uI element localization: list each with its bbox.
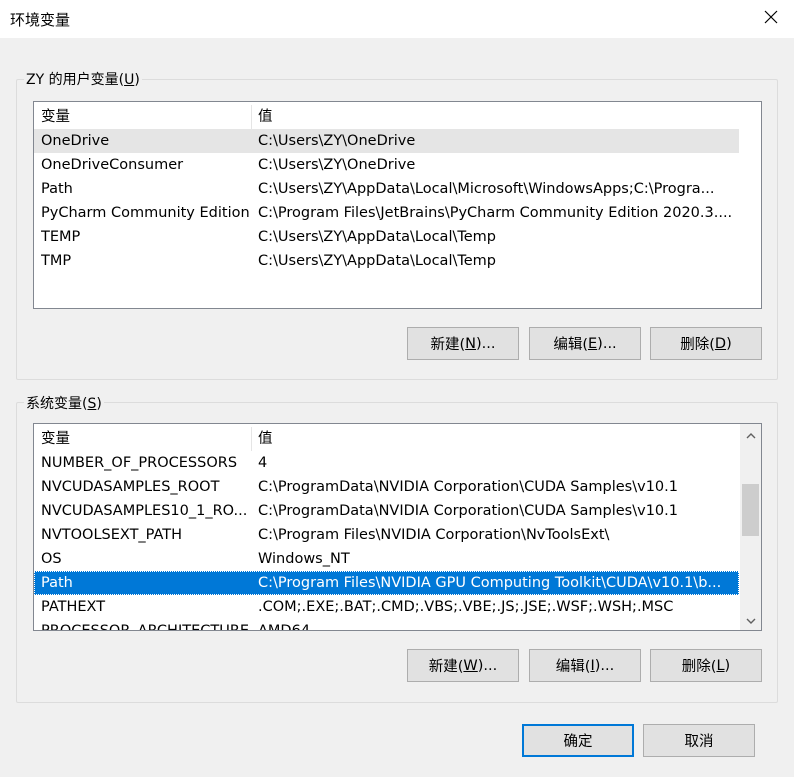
- list-row[interactable]: OS Windows_NT: [34, 547, 739, 571]
- scroll-down-icon: [746, 612, 756, 628]
- variable-name: PROCESSOR_ARCHITECTURE: [41, 623, 250, 631]
- variable-name: NVCUDASAMPLES_ROOT: [41, 479, 220, 495]
- variable-name: NVCUDASAMPLES10_1_RO...: [41, 503, 248, 519]
- user-edit-button[interactable]: 编辑(E)...: [529, 327, 641, 360]
- variable-name: OneDriveConsumer: [41, 157, 184, 173]
- variable-value: C:\Program Files\JetBrains\PyCharm Commu…: [258, 205, 733, 221]
- column-header-value[interactable]: 值: [258, 427, 736, 451]
- variable-value: C:\Users\ZY\AppData\Local\Microsoft\Wind…: [258, 181, 715, 197]
- variable-value: C:\Users\ZY\OneDrive: [258, 157, 416, 173]
- variable-value: .COM;.EXE;.BAT;.CMD;.VBS;.VBE;.JS;.JSE;.…: [258, 599, 674, 615]
- column-divider[interactable]: [251, 427, 252, 451]
- window-title: 环境变量: [10, 11, 71, 29]
- variable-value: C:\ProgramData\NVIDIA Corporation\CUDA S…: [258, 479, 678, 495]
- cancel-button[interactable]: 取消: [643, 724, 755, 757]
- variable-value: C:\Users\ZY\OneDrive: [258, 133, 416, 149]
- close-button[interactable]: [748, 0, 794, 38]
- title-bar: 环境变量: [0, 0, 794, 38]
- list-row[interactable]: PATHEXT .COM;.EXE;.BAT;.CMD;.VBS;.VBE;.JS…: [34, 595, 739, 619]
- list-row[interactable]: PROCESSOR_ARCHITECTURE AMD64: [34, 619, 739, 631]
- scroll-up-button[interactable]: [740, 424, 761, 445]
- user-variables-legend: ZY 的用户变量(U): [24, 69, 142, 89]
- variable-name: OneDrive: [41, 133, 110, 149]
- system-edit-button[interactable]: 编辑(I)...: [529, 649, 641, 682]
- list-row[interactable]: NUMBER_OF_PROCESSORS 4: [34, 451, 739, 475]
- column-header-value[interactable]: 值: [258, 105, 736, 129]
- list-row[interactable]: Path C:\Users\ZY\AppData\Local\Microsoft\…: [34, 177, 739, 201]
- list-row[interactable]: OneDrive C:\Users\ZY\OneDrive: [34, 129, 739, 153]
- variable-name: TEMP: [41, 229, 81, 245]
- user-variables-list[interactable]: 变量 值 OneDrive C:\Users\ZY\OneDrive OneDriv…: [33, 101, 762, 309]
- system-variables-legend: 系统变量(S): [24, 393, 104, 413]
- variable-value: Windows_NT: [258, 551, 350, 567]
- system-delete-button[interactable]: 删除(L): [650, 649, 762, 682]
- variable-name: Path: [41, 181, 73, 197]
- variable-value: C:\Users\ZY\AppData\Local\Temp: [258, 229, 497, 245]
- list-row[interactable]: Path C:\Program Files\NVIDIA GPU Computin…: [34, 571, 739, 595]
- close-icon: [764, 10, 778, 28]
- variable-value: C:\Users\ZY\AppData\Local\Temp: [258, 253, 497, 269]
- ok-button[interactable]: 确定: [522, 724, 634, 757]
- list-row[interactable]: OneDriveConsumer C:\Users\ZY\OneDrive: [34, 153, 739, 177]
- user-new-button[interactable]: 新建(N)...: [407, 327, 519, 360]
- variable-name: NUMBER_OF_PROCESSORS: [41, 455, 238, 471]
- system-list-scrollbar[interactable]: [740, 424, 761, 630]
- variable-name: TMP: [41, 253, 72, 269]
- variable-value: C:\Program Files\NVIDIA Corporation\NvTo…: [258, 527, 610, 543]
- variable-name: PyCharm Community Edition: [41, 205, 250, 221]
- variable-name: OS: [41, 551, 62, 567]
- variable-value: AMD64: [258, 623, 311, 631]
- variable-value: 4: [258, 455, 268, 471]
- list-row[interactable]: TMP C:\Users\ZY\AppData\Local\Temp: [34, 249, 739, 273]
- scroll-up-icon: [746, 427, 756, 443]
- system-new-button[interactable]: 新建(W)...: [407, 649, 519, 682]
- scroll-down-button[interactable]: [740, 609, 761, 630]
- scroll-thumb[interactable]: [742, 484, 759, 536]
- variable-value: C:\ProgramData\NVIDIA Corporation\CUDA S…: [258, 503, 678, 519]
- variable-name: PATHEXT: [41, 599, 106, 615]
- system-list-header: 变量 值: [34, 427, 739, 451]
- list-row[interactable]: NVCUDASAMPLES_ROOT C:\ProgramData\NVIDIA …: [34, 475, 739, 499]
- column-divider[interactable]: [251, 105, 252, 129]
- list-row[interactable]: NVCUDASAMPLES10_1_RO... C:\ProgramData\NV…: [34, 499, 739, 523]
- column-header-variable[interactable]: 变量: [41, 105, 251, 129]
- column-header-variable[interactable]: 变量: [41, 427, 251, 451]
- list-row[interactable]: NVTOOLSEXT_PATH C:\Program Files\NVIDIA C…: [34, 523, 739, 547]
- variable-name: NVTOOLSEXT_PATH: [41, 527, 183, 543]
- user-list-header: 变量 值: [34, 105, 739, 129]
- system-variables-list[interactable]: 变量 值 NUMBER_OF_PROCESSORS 4 NVCUDASAMPLES_…: [33, 423, 762, 631]
- user-delete-button[interactable]: 删除(D): [650, 327, 762, 360]
- list-row[interactable]: TEMP C:\Users\ZY\AppData\Local\Temp: [34, 225, 739, 249]
- list-row[interactable]: PyCharm Community Edition C:\Program File…: [34, 201, 739, 225]
